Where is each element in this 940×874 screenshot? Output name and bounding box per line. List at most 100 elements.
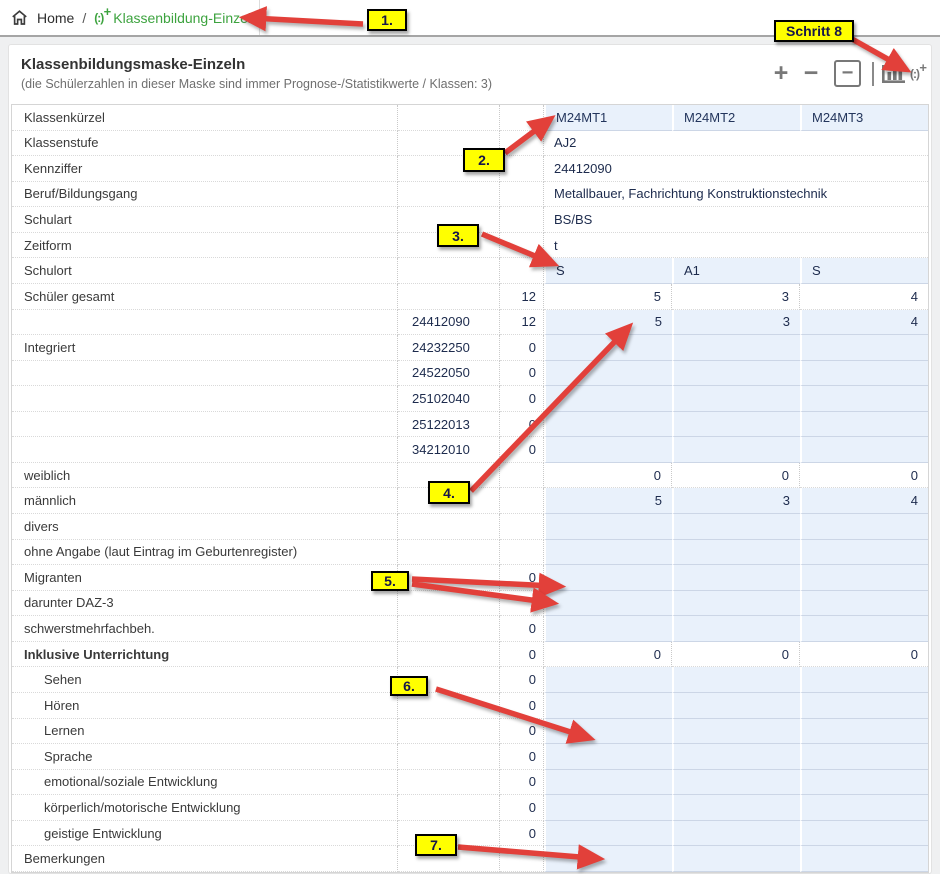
data-cell[interactable]: [800, 361, 928, 387]
data-cell[interactable]: S: [544, 258, 672, 284]
data-cell[interactable]: 4: [800, 488, 928, 514]
data-cell[interactable]: [544, 437, 672, 463]
data-cell[interactable]: [672, 514, 800, 540]
row-code: 34212010: [398, 437, 500, 463]
data-cell[interactable]: 4: [800, 310, 928, 336]
data-cell[interactable]: [672, 335, 800, 361]
page-title: Klassenbildungsmaske-Einzeln: [21, 56, 245, 73]
data-cell[interactable]: [544, 667, 672, 693]
plus-icon[interactable]: +: [766, 59, 796, 88]
data-cell[interactable]: [544, 744, 672, 770]
data-cell[interactable]: 3: [672, 488, 800, 514]
data-cell[interactable]: [672, 846, 800, 872]
data-cell[interactable]: [544, 770, 672, 796]
row-code: 25102040: [398, 386, 500, 412]
data-cell[interactable]: [672, 616, 800, 642]
row-label: [12, 310, 398, 336]
home-icon[interactable]: [10, 9, 29, 27]
class-icon: (:)+: [94, 12, 103, 24]
data-cell[interactable]: [672, 361, 800, 387]
data-cell[interactable]: 5: [544, 310, 672, 336]
data-cell[interactable]: S: [800, 258, 928, 284]
row-total: 0: [500, 795, 544, 821]
breadcrumb-current[interactable]: Klassenbildung-Einzeln: [113, 10, 259, 26]
row-label: Kennziffer: [12, 156, 398, 182]
data-cell[interactable]: [672, 744, 800, 770]
row-label: weiblich: [12, 463, 398, 489]
data-cell[interactable]: [672, 667, 800, 693]
data-cell[interactable]: [800, 770, 928, 796]
row-code: [398, 744, 500, 770]
row-label: Klassenkürzel: [12, 105, 398, 131]
data-cell[interactable]: [544, 361, 672, 387]
data-cell[interactable]: [544, 693, 672, 719]
data-cell[interactable]: [800, 744, 928, 770]
row-label: [12, 361, 398, 387]
data-cell[interactable]: [544, 386, 672, 412]
data-cell[interactable]: [544, 821, 672, 847]
data-cell[interactable]: [544, 795, 672, 821]
data-cell[interactable]: 5: [544, 488, 672, 514]
row-code: [398, 642, 500, 668]
data-cell[interactable]: [800, 667, 928, 693]
data-cell[interactable]: [672, 693, 800, 719]
data-cell[interactable]: [800, 412, 928, 438]
data-cell[interactable]: [544, 591, 672, 617]
row-total: [500, 207, 544, 233]
table-row: ohne Angabe (laut Eintrag im Geburtenreg…: [12, 540, 928, 566]
data-cell[interactable]: [800, 795, 928, 821]
data-cell[interactable]: [672, 719, 800, 745]
column-header-cell[interactable]: M24MT3: [800, 105, 928, 131]
row-code: [398, 770, 500, 796]
data-cell[interactable]: [672, 821, 800, 847]
data-cell: 0: [672, 463, 800, 489]
data-cell[interactable]: 3: [672, 310, 800, 336]
data-cell[interactable]: [544, 335, 672, 361]
data-cell[interactable]: [800, 514, 928, 540]
data-cell[interactable]: [672, 540, 800, 566]
data-cell[interactable]: [544, 719, 672, 745]
row-code: [398, 693, 500, 719]
data-cell[interactable]: [800, 719, 928, 745]
data-cell[interactable]: [800, 386, 928, 412]
data-cell[interactable]: [672, 770, 800, 796]
table-row: Sprache0: [12, 744, 928, 770]
data-cell[interactable]: [672, 795, 800, 821]
data-cell[interactable]: [672, 437, 800, 463]
data-cell[interactable]: [544, 412, 672, 438]
data-cell[interactable]: [544, 846, 672, 872]
bar-chart-icon[interactable]: [879, 62, 907, 86]
data-cell[interactable]: A1: [672, 258, 800, 284]
data-cell[interactable]: [672, 386, 800, 412]
data-cell[interactable]: [672, 565, 800, 591]
row-code: 24522050: [398, 361, 500, 387]
column-header-cell[interactable]: M24MT2: [672, 105, 800, 131]
data-cell[interactable]: [800, 846, 928, 872]
minus-icon[interactable]: −: [796, 59, 826, 88]
breadcrumb-home[interactable]: Home: [37, 10, 74, 26]
annotation-badge: Schritt 8: [774, 20, 854, 42]
data-cell[interactable]: [544, 616, 672, 642]
class-add-icon[interactable]: (:)+: [910, 68, 919, 80]
table-row: männlich534: [12, 488, 928, 514]
table-row: 251220130: [12, 412, 928, 438]
data-cell[interactable]: [544, 540, 672, 566]
data-cell[interactable]: [672, 412, 800, 438]
data-cell[interactable]: [800, 565, 928, 591]
data-cell[interactable]: [672, 591, 800, 617]
row-label: darunter DAZ-3: [12, 591, 398, 617]
box-minus-icon[interactable]: −: [834, 60, 861, 87]
row-span-value: Metallbauer, Fachrichtung Konstruktionst…: [544, 182, 928, 208]
data-cell[interactable]: [800, 540, 928, 566]
data-cell[interactable]: [544, 565, 672, 591]
data-cell[interactable]: [800, 335, 928, 361]
row-total: [500, 105, 544, 131]
data-cell[interactable]: [800, 616, 928, 642]
row-code: [398, 719, 500, 745]
column-header-cell[interactable]: M24MT1: [544, 105, 672, 131]
data-cell[interactable]: [800, 821, 928, 847]
data-cell[interactable]: [800, 693, 928, 719]
data-cell[interactable]: [800, 591, 928, 617]
data-cell[interactable]: [544, 514, 672, 540]
data-cell[interactable]: [800, 437, 928, 463]
